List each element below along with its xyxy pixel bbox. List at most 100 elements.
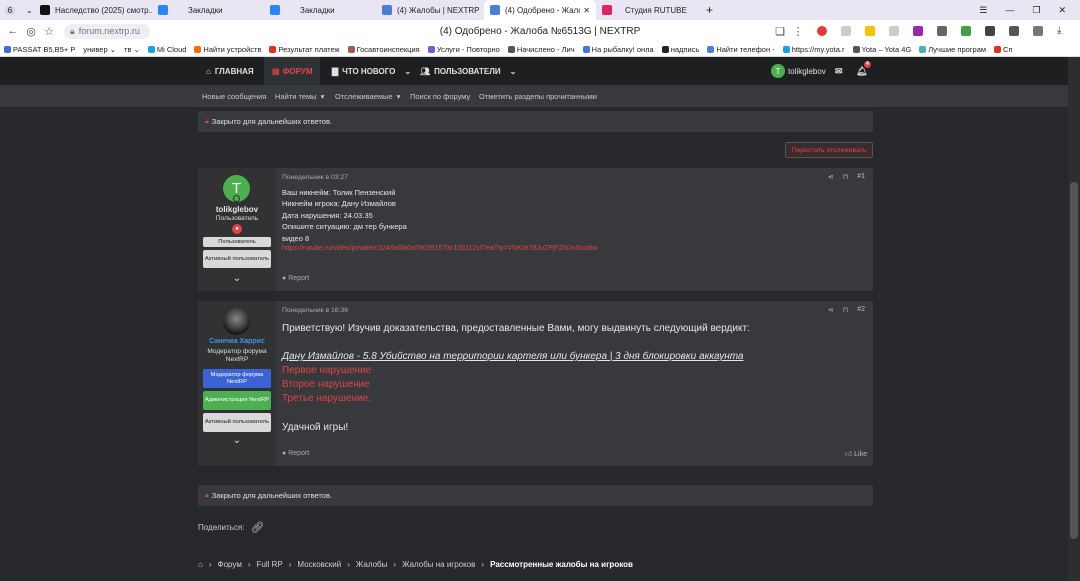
breadcrumb-item[interactable]: Жалобы на игроков: [402, 560, 475, 569]
bookmark-icon: [661, 45, 669, 53]
nav-whats-new[interactable]: ▇ ЧТО НОВОГО ⌄: [332, 57, 411, 85]
alerts-icon[interactable]: 🔔︎ 4: [856, 57, 871, 85]
bookmark-icon[interactable]: ⊓: [843, 173, 848, 181]
tab-kinopoisk[interactable]: Наследство (2025) смотр...: [34, 0, 152, 20]
restore-icon[interactable]: ❐: [1032, 5, 1040, 16]
chevron-down-icon[interactable]: ⌄: [404, 67, 411, 76]
extension-icon[interactable]: [889, 26, 899, 36]
new-tab-button[interactable]: +: [700, 0, 720, 20]
bookmark-icon[interactable]: ⊓: [843, 306, 848, 314]
breadcrumb-item[interactable]: Московский: [297, 560, 341, 569]
chevron-down-icon[interactable]: ⌄: [198, 435, 276, 446]
breadcrumb-item[interactable]: Форум: [218, 560, 242, 569]
unwatch-button[interactable]: Перестать отслеживать: [785, 142, 873, 158]
avatar[interactable]: [223, 308, 250, 335]
download-icon[interactable]: ⤓: [1057, 26, 1067, 36]
comments-icon: ▤: [272, 66, 280, 76]
moderator-banner: Модератор форума NextRP: [203, 369, 271, 388]
subnav-search[interactable]: Поиск по форуму: [410, 85, 470, 107]
extension-icon[interactable]: [817, 26, 827, 36]
breadcrumb-item[interactable]: Full RP: [257, 560, 283, 569]
news-icon: ▇: [332, 66, 339, 76]
extension-icon[interactable]: [961, 26, 971, 36]
profile-icon[interactable]: ☰: [979, 5, 987, 16]
bookmark-item[interactable]: Сп: [990, 45, 1016, 54]
nav-home-label: ГЛАВНАЯ: [214, 66, 254, 76]
bookmark-item[interactable]: PASSAT B5,B5+ P: [0, 45, 79, 54]
subnav-watched[interactable]: Отслеживаемые ▾: [335, 85, 400, 107]
nav-home[interactable]: ⌂ ГЛАВНАЯ: [206, 57, 254, 85]
post-2: Санечка Харрис Модератор форума NextRP М…: [198, 301, 873, 466]
bookmark-item[interactable]: Госавтоинспекция: [344, 45, 424, 54]
subnav-mark-read[interactable]: Отметить разделы прочитанными: [479, 85, 597, 107]
bookmark-item[interactable]: Найти устройств: [190, 45, 265, 54]
kinopoisk-icon: [40, 5, 50, 15]
tab-collapse-icon[interactable]: ⌄: [20, 0, 34, 20]
account-menu[interactable]: T tolikglebov: [771, 57, 826, 85]
bookmark-icon: [852, 45, 860, 53]
share-icon[interactable]: ⋖: [828, 306, 834, 314]
bookmark-item[interactable]: Mi Cloud: [144, 45, 191, 54]
post-date[interactable]: Понедельник в 03:27: [282, 174, 348, 181]
bookmark-item[interactable]: Результат платеж: [265, 45, 343, 54]
chevron-down-icon[interactable]: ⌄: [198, 273, 276, 284]
bookmark-item[interactable]: надпись: [658, 45, 704, 54]
tab-rutube[interactable]: Студия RUTUBE: [596, 0, 700, 20]
extension-icon[interactable]: [937, 26, 947, 36]
bookmark-folder[interactable]: тв ⌄: [120, 45, 144, 54]
bookmark-item[interactable]: https://my.yota.r: [779, 45, 849, 54]
breadcrumb-current[interactable]: Рассмотренные жалобы на игроков: [490, 560, 633, 569]
user-banner: Активный пользователь: [203, 250, 271, 268]
subnav-new-posts[interactable]: Новые сообщения: [202, 85, 266, 107]
extension-icon[interactable]: [985, 26, 995, 36]
close-tab-icon[interactable]: ✕: [583, 6, 590, 15]
home-icon[interactable]: ⌂: [198, 560, 203, 569]
tab-current-complaint[interactable]: (4) Одобрено - Жалоба✕: [484, 0, 596, 20]
link-icon[interactable]: 🔗︎: [250, 521, 264, 534]
extension-icon[interactable]: [841, 26, 851, 36]
back-icon[interactable]: ←: [4, 25, 22, 37]
extension-icon[interactable]: [1009, 26, 1019, 36]
minimize-icon[interactable]: —: [1005, 5, 1014, 15]
bookmark-page-icon[interactable]: ❏: [771, 25, 789, 38]
share-icon[interactable]: ⋖: [828, 173, 834, 181]
subnav-find-threads[interactable]: Найти темы ▾: [275, 85, 324, 107]
shield-icon[interactable]: ◎: [22, 25, 40, 38]
tab-complaints[interactable]: (4) Жалобы | NEXTRP: [376, 0, 484, 20]
post-username[interactable]: Санечка Харрис: [198, 338, 276, 345]
star-icon[interactable]: ☆: [40, 25, 58, 38]
bookmark-item[interactable]: Найти телефон -: [703, 45, 778, 54]
nav-forum-label: ФОРУМ: [282, 66, 313, 76]
tab-bookmarks-1[interactable]: Закладки: [152, 0, 264, 20]
extension-icon[interactable]: [865, 26, 875, 36]
breadcrumb-item[interactable]: Жалобы: [356, 560, 387, 569]
bookmark-item[interactable]: На рыбалку! онла: [579, 45, 658, 54]
more-icon[interactable]: ⋮: [789, 25, 807, 38]
report-link[interactable]: ● Report: [282, 450, 309, 457]
browser-menu-button[interactable]: 6: [0, 0, 20, 20]
bookmark-item[interactable]: Начислено - Лич: [504, 45, 579, 54]
post-number[interactable]: #1: [857, 173, 865, 181]
messages-icon[interactable]: ✉: [835, 57, 843, 85]
chevron-down-icon[interactable]: ⌄: [510, 67, 517, 76]
tab-count: 6: [4, 5, 16, 15]
report-link[interactable]: ● Report: [282, 275, 309, 282]
post-username[interactable]: tolikglebov: [198, 205, 276, 214]
bookmark-item[interactable]: Услуги - Повторно: [424, 45, 504, 54]
bookmark-folder[interactable]: универ ⌄: [79, 45, 120, 54]
breadcrumb-separator: ›: [393, 560, 397, 569]
tab-bookmarks-2[interactable]: Закладки: [264, 0, 376, 20]
extension-icon[interactable]: [1033, 26, 1043, 36]
post-date[interactable]: Понедельник в 16:36: [282, 307, 348, 314]
extension-icon[interactable]: [913, 26, 923, 36]
post-number[interactable]: #2: [857, 306, 865, 314]
bookmark-item[interactable]: Лучшие програм: [915, 45, 990, 54]
nav-users[interactable]: 👥︎ ПОЛЬЗОВАТЕЛИ ⌄: [420, 57, 516, 85]
like-button[interactable]: 👍︎ Like: [845, 449, 867, 458]
nav-forum[interactable]: ▤ ФОРУМ: [264, 57, 321, 85]
close-window-icon[interactable]: ✕: [1058, 5, 1066, 16]
video-link[interactable]: https://rutube.ru/video/private/c3246a6f…: [282, 245, 598, 252]
url-field[interactable]: 🔒︎ forum.nextrp.ru: [64, 23, 150, 39]
scrollbar-thumb[interactable]: [1070, 182, 1078, 539]
bookmark-item[interactable]: Yota – Yota 4G: [849, 45, 916, 54]
